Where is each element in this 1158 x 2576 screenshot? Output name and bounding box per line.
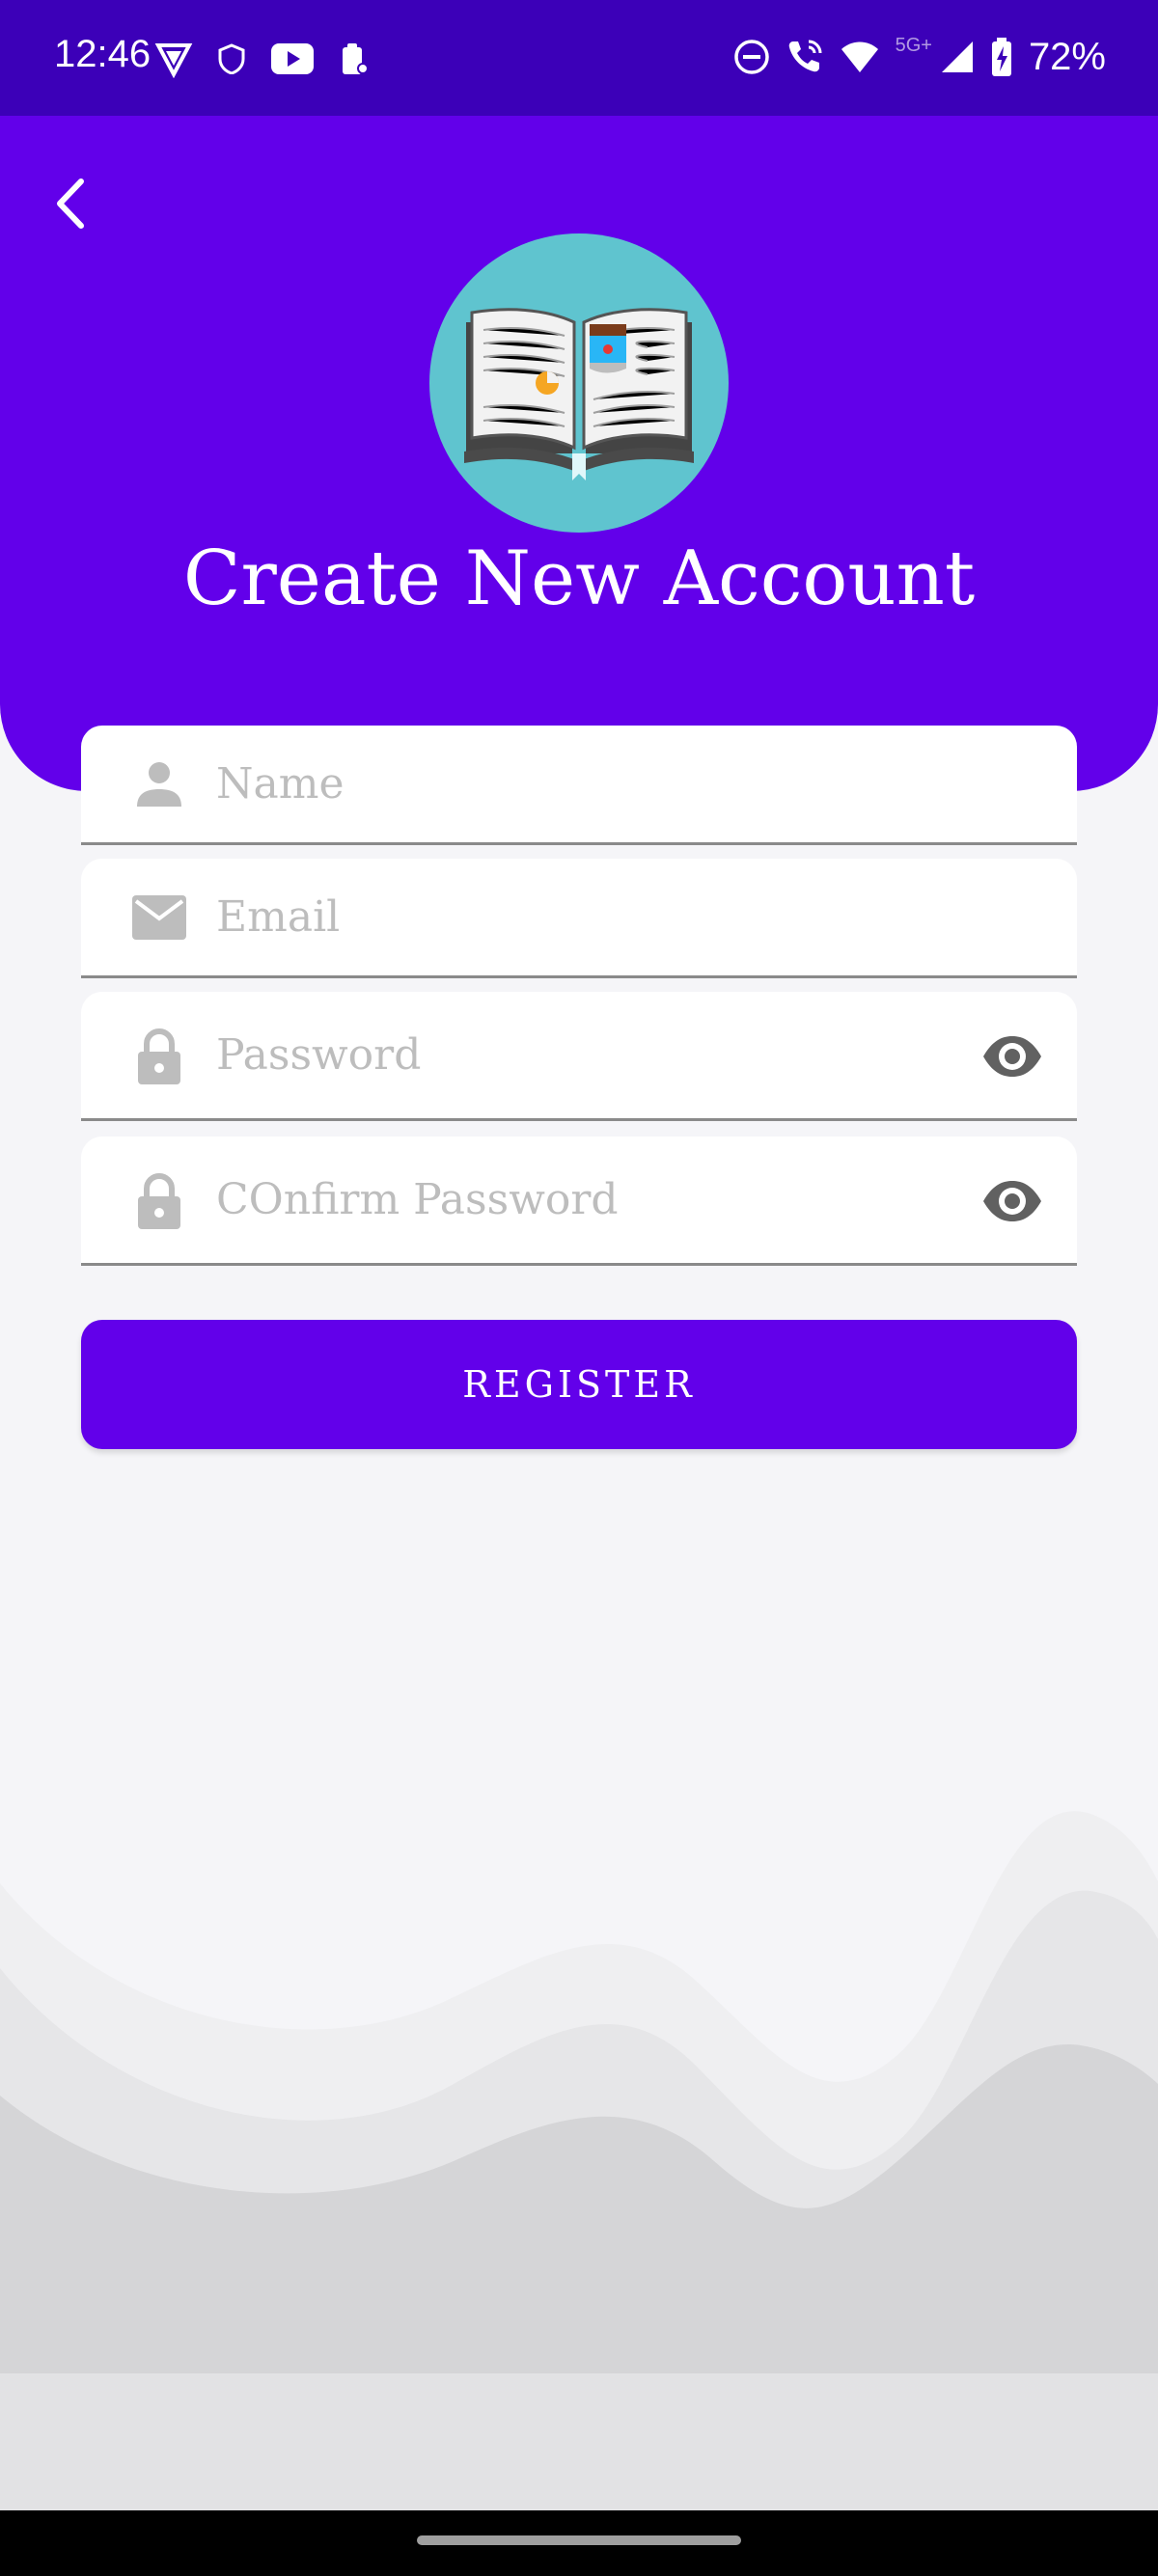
page-title: Create New Account — [182, 535, 976, 622]
battery-percentage: 72% — [1028, 35, 1106, 78]
chevron-left-icon[interactable] — [42, 170, 100, 237]
home-handle[interactable] — [417, 2535, 741, 2545]
lock-icon — [138, 1173, 180, 1229]
decorative-waves — [0, 1811, 1158, 2510]
status-time: 12:46 — [54, 33, 152, 75]
eye-icon[interactable] — [980, 1025, 1044, 1088]
youtube-icon — [271, 43, 314, 74]
password-input[interactable] — [216, 992, 1007, 1118]
wifi-icon — [841, 41, 878, 72]
shield-icon — [218, 43, 245, 74]
password-field — [81, 992, 1077, 1121]
battery-charging-icon — [991, 38, 1011, 76]
eye-icon[interactable] — [980, 1169, 1044, 1233]
open-book-icon — [429, 233, 729, 533]
signal-icon — [941, 41, 973, 72]
mail-icon — [132, 895, 186, 940]
network-type: 5G+ — [895, 34, 932, 56]
confirm-password-input[interactable] — [216, 1137, 1007, 1263]
navigation-bar — [0, 2510, 1158, 2576]
person-icon — [137, 762, 181, 807]
email-field — [81, 859, 1077, 978]
register-button[interactable]: REGISTER — [81, 1320, 1077, 1449]
status-bar: 12:46 5G+ 72% — [0, 0, 1158, 116]
lock-icon — [138, 1028, 180, 1084]
name-field — [81, 726, 1077, 845]
email-input[interactable] — [216, 859, 1007, 975]
wifi-calling-icon — [788, 40, 822, 72]
name-input[interactable] — [216, 726, 1007, 842]
vpn-shield-icon — [154, 43, 193, 78]
confirm-password-field — [81, 1137, 1077, 1266]
dnd-icon — [733, 40, 769, 74]
clipboard-icon — [343, 43, 369, 74]
